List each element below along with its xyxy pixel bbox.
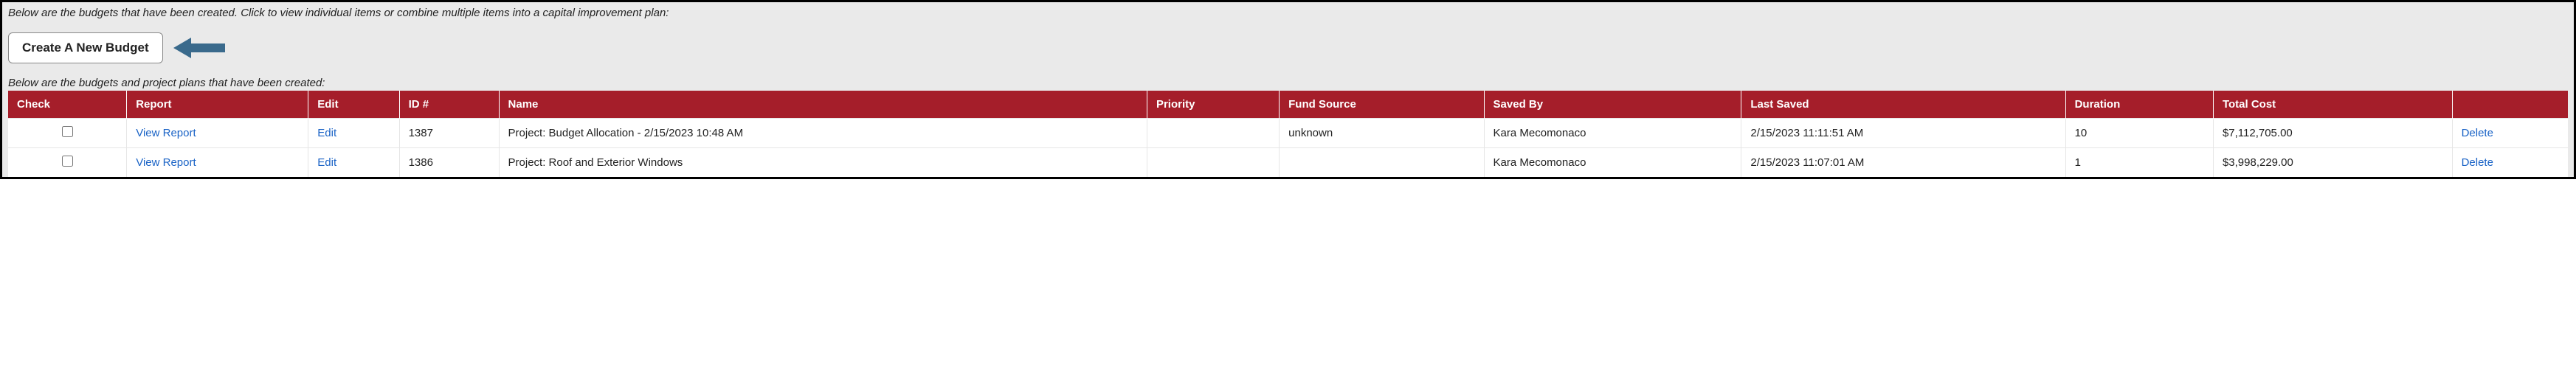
cell-last-saved: 2/15/2023 11:11:51 AM [1741, 119, 2065, 148]
col-header-duration: Duration [2065, 91, 2213, 119]
col-header-total-cost: Total Cost [2213, 91, 2452, 119]
cell-duration: 10 [2065, 119, 2213, 148]
col-header-edit: Edit [308, 91, 399, 119]
table-row: View Report Edit 1387 Project: Budget Al… [8, 119, 2568, 148]
cell-edit: Edit [308, 119, 399, 148]
cell-id: 1387 [399, 119, 499, 148]
create-row: Create A New Budget [8, 32, 2568, 63]
cell-check [8, 119, 127, 148]
col-header-name: Name [499, 91, 1147, 119]
cell-total-cost: $7,112,705.00 [2213, 119, 2452, 148]
cell-name: Project: Roof and Exterior Windows [499, 148, 1147, 178]
col-header-id: ID # [399, 91, 499, 119]
row-checkbox[interactable] [62, 126, 73, 137]
edit-link[interactable]: Edit [317, 127, 336, 139]
cell-last-saved: 2/15/2023 11:07:01 AM [1741, 148, 2065, 178]
row-checkbox[interactable] [62, 156, 73, 167]
col-header-report: Report [127, 91, 308, 119]
budget-table: Check Report Edit ID # Name Priority Fun… [8, 91, 2568, 177]
cell-report: View Report [127, 148, 308, 178]
col-header-fund-source: Fund Source [1280, 91, 1484, 119]
col-header-actions [2452, 91, 2568, 119]
intro-text: Below are the budgets that have been cre… [8, 7, 2568, 19]
budget-panel: Below are the budgets that have been cre… [0, 0, 2576, 179]
cell-actions: Delete [2452, 148, 2568, 178]
col-header-saved-by: Saved By [1484, 91, 1741, 119]
col-header-last-saved: Last Saved [1741, 91, 2065, 119]
table-row: View Report Edit 1386 Project: Roof and … [8, 148, 2568, 178]
arrow-left-icon [173, 35, 225, 60]
view-report-link[interactable]: View Report [136, 127, 196, 139]
cell-fund-source [1280, 148, 1484, 178]
cell-id: 1386 [399, 148, 499, 178]
view-report-link[interactable]: View Report [136, 156, 196, 169]
col-header-priority: Priority [1147, 91, 1279, 119]
cell-priority [1147, 148, 1279, 178]
delete-link[interactable]: Delete [2462, 156, 2493, 169]
cell-edit: Edit [308, 148, 399, 178]
cell-fund-source: unknown [1280, 119, 1484, 148]
cell-priority [1147, 119, 1279, 148]
edit-link[interactable]: Edit [317, 156, 336, 169]
cell-saved-by: Kara Mecomonaco [1484, 148, 1741, 178]
sub-intro-text: Below are the budgets and project plans … [8, 77, 2568, 89]
cell-name: Project: Budget Allocation - 2/15/2023 1… [499, 119, 1147, 148]
cell-report: View Report [127, 119, 308, 148]
cell-saved-by: Kara Mecomonaco [1484, 119, 1741, 148]
create-new-budget-button[interactable]: Create A New Budget [8, 32, 163, 63]
delete-link[interactable]: Delete [2462, 127, 2493, 139]
cell-duration: 1 [2065, 148, 2213, 178]
cell-actions: Delete [2452, 119, 2568, 148]
cell-total-cost: $3,998,229.00 [2213, 148, 2452, 178]
table-header-row: Check Report Edit ID # Name Priority Fun… [8, 91, 2568, 119]
cell-check [8, 148, 127, 178]
col-header-check: Check [8, 91, 127, 119]
